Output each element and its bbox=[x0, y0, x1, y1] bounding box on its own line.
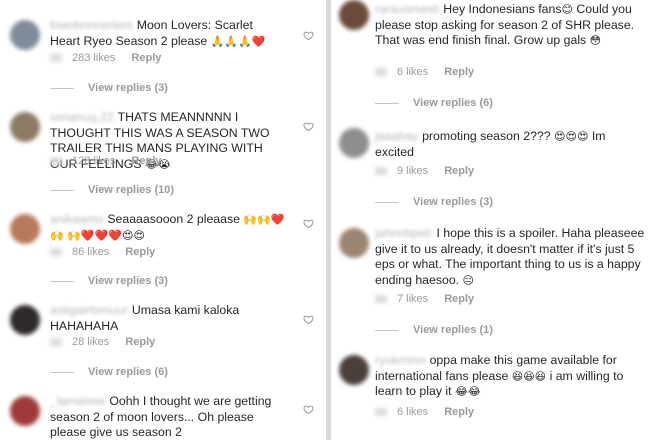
like-count[interactable]: 6 likes bbox=[397, 66, 428, 78]
comment-meta: 9 likes Reply bbox=[375, 165, 474, 177]
view-replies-label: View replies (10) bbox=[88, 184, 175, 196]
timestamp bbox=[375, 295, 387, 304]
comment-emoji: 😊 bbox=[561, 3, 573, 16]
reply-button[interactable]: Reply bbox=[131, 52, 161, 64]
comment-text: kiwobnnnerlers Moon Lovers: Scarlet Heart… bbox=[50, 18, 285, 49]
comment-emoji: 😆😆😆 bbox=[511, 369, 547, 383]
view-replies-button[interactable]: View replies (1) bbox=[375, 324, 493, 336]
view-replies-button[interactable]: View replies (10) bbox=[50, 184, 174, 196]
comment-emoji: 😍😍😍 bbox=[554, 130, 589, 143]
divider-line bbox=[375, 329, 399, 331]
comment-text: rarausmasti Hey Indonesians fans😊 Could y… bbox=[375, 2, 655, 49]
avatar[interactable] bbox=[10, 112, 40, 142]
like-count[interactable]: 9 likes bbox=[397, 165, 428, 177]
avatar[interactable] bbox=[339, 128, 369, 158]
divider-line bbox=[50, 189, 74, 191]
view-replies-button[interactable]: View replies (6) bbox=[375, 97, 493, 109]
avatar[interactable] bbox=[10, 305, 40, 335]
comment-username[interactable]: ssnanuq.22 bbox=[50, 110, 114, 124]
reply-button[interactable]: Reply bbox=[444, 293, 474, 305]
comment-username[interactable]: ryukmmn bbox=[375, 353, 426, 367]
like-count[interactable]: 283 likes bbox=[72, 52, 115, 64]
timestamp bbox=[50, 248, 62, 257]
view-replies-button[interactable]: View replies (6) bbox=[50, 366, 168, 378]
comment-emoji: 🙏🙏🙏❤️ bbox=[210, 34, 266, 48]
timestamp bbox=[375, 408, 387, 417]
reply-button[interactable]: Reply bbox=[444, 165, 474, 177]
view-replies-label: View replies (3) bbox=[413, 196, 493, 208]
comment-content: Hey Indonesians fans bbox=[443, 2, 562, 16]
comment-username[interactable]: anikaamu bbox=[50, 212, 103, 226]
like-count[interactable]: 7 likes bbox=[397, 293, 428, 305]
comment-emoji: 😳 bbox=[589, 34, 602, 47]
view-replies-label: View replies (3) bbox=[88, 82, 168, 94]
timestamp bbox=[375, 167, 387, 176]
comment-meta: 86 likes Reply bbox=[50, 246, 155, 258]
comment-username[interactable]: astigairtomuur bbox=[50, 303, 128, 317]
comment-meta: 128 likes Reply bbox=[50, 155, 161, 167]
comment-username[interactable]: kiwobnnnerlers bbox=[50, 18, 133, 32]
timestamp bbox=[375, 68, 387, 77]
comment-text: jaaabay promoting season 2??? 😍😍😍 Im exci… bbox=[375, 129, 637, 160]
comment-emoji: 😑 bbox=[462, 273, 474, 287]
like-count[interactable]: 128 likes bbox=[72, 155, 115, 167]
avatar[interactable] bbox=[10, 20, 40, 50]
comment-text: ryukmmn oppa make this game available for… bbox=[375, 353, 645, 400]
reply-button[interactable]: Reply bbox=[125, 246, 155, 258]
timestamp bbox=[50, 157, 62, 166]
divider-line bbox=[50, 371, 74, 373]
reply-button[interactable]: Reply bbox=[125, 336, 155, 348]
reply-button[interactable]: Reply bbox=[131, 155, 161, 167]
like-heart-icon[interactable] bbox=[303, 218, 314, 229]
comment-meta: 6 likes Reply bbox=[375, 406, 474, 418]
comment-username[interactable]: _lamaimis bbox=[50, 394, 105, 408]
comment-content: promoting season 2??? bbox=[422, 129, 551, 143]
comment-username[interactable]: jahnnbpstr bbox=[375, 226, 432, 240]
divider-line bbox=[50, 87, 74, 89]
like-heart-icon[interactable] bbox=[303, 314, 314, 325]
view-replies-button[interactable]: View replies (3) bbox=[50, 82, 168, 94]
like-heart-icon[interactable] bbox=[303, 30, 314, 41]
view-replies-button[interactable]: View replies (3) bbox=[375, 196, 493, 208]
avatar[interactable] bbox=[10, 396, 40, 426]
comment-meta: 283 likes Reply bbox=[50, 52, 161, 64]
divider-line bbox=[375, 201, 399, 203]
avatar[interactable] bbox=[339, 0, 369, 30]
like-heart-icon[interactable] bbox=[303, 404, 314, 415]
reply-button[interactable]: Reply bbox=[444, 66, 474, 78]
like-count[interactable]: 6 likes bbox=[397, 406, 428, 418]
comment-username[interactable]: rarausmasti bbox=[375, 2, 439, 16]
timestamp bbox=[50, 338, 62, 347]
view-replies-label: View replies (6) bbox=[413, 97, 493, 109]
avatar[interactable] bbox=[10, 214, 40, 244]
comment-emoji: 😂😂 bbox=[454, 385, 481, 398]
like-count[interactable]: 28 likes bbox=[72, 336, 109, 348]
view-replies-button[interactable]: View replies (3) bbox=[50, 275, 168, 287]
comment-username[interactable]: jaaabay bbox=[375, 129, 418, 143]
like-heart-icon[interactable] bbox=[303, 121, 314, 132]
view-replies-label: View replies (3) bbox=[88, 275, 168, 287]
comment-meta: 28 likes Reply bbox=[50, 336, 155, 348]
view-replies-label: View replies (6) bbox=[88, 366, 168, 378]
comment-meta: 6 likes Reply bbox=[375, 66, 474, 78]
comment-text: anikaamu Seaaaasooon 2 pleaase 🙌🙌❤️🙌 🙌❤️❤… bbox=[50, 212, 290, 243]
comment-text: astigairtomuur Umasa kami kaloka HAHAHAHA bbox=[50, 303, 290, 334]
left-comments-panel: kiwobnnnerlers Moon Lovers: Scarlet Heart… bbox=[0, 0, 326, 440]
right-comments-panel: rarausmasti Hey Indonesians fans😊 Could y… bbox=[331, 0, 660, 440]
comment-text: jahnnbpstr I hope this is a spoiler. Haha… bbox=[375, 226, 655, 288]
avatar[interactable] bbox=[339, 228, 369, 258]
reply-button[interactable]: Reply bbox=[444, 406, 474, 418]
comment-content: Seaaaasooon 2 pleaase bbox=[107, 212, 240, 226]
avatar[interactable] bbox=[339, 355, 369, 385]
divider-line bbox=[375, 102, 399, 104]
view-replies-label: View replies (1) bbox=[413, 324, 493, 336]
comment-meta: 7 likes Reply bbox=[375, 293, 474, 305]
timestamp bbox=[50, 54, 62, 63]
divider-line bbox=[50, 280, 74, 282]
like-count[interactable]: 86 likes bbox=[72, 246, 109, 258]
comment-text: _lamaimis Oohh I thought we are getting s… bbox=[50, 394, 290, 440]
